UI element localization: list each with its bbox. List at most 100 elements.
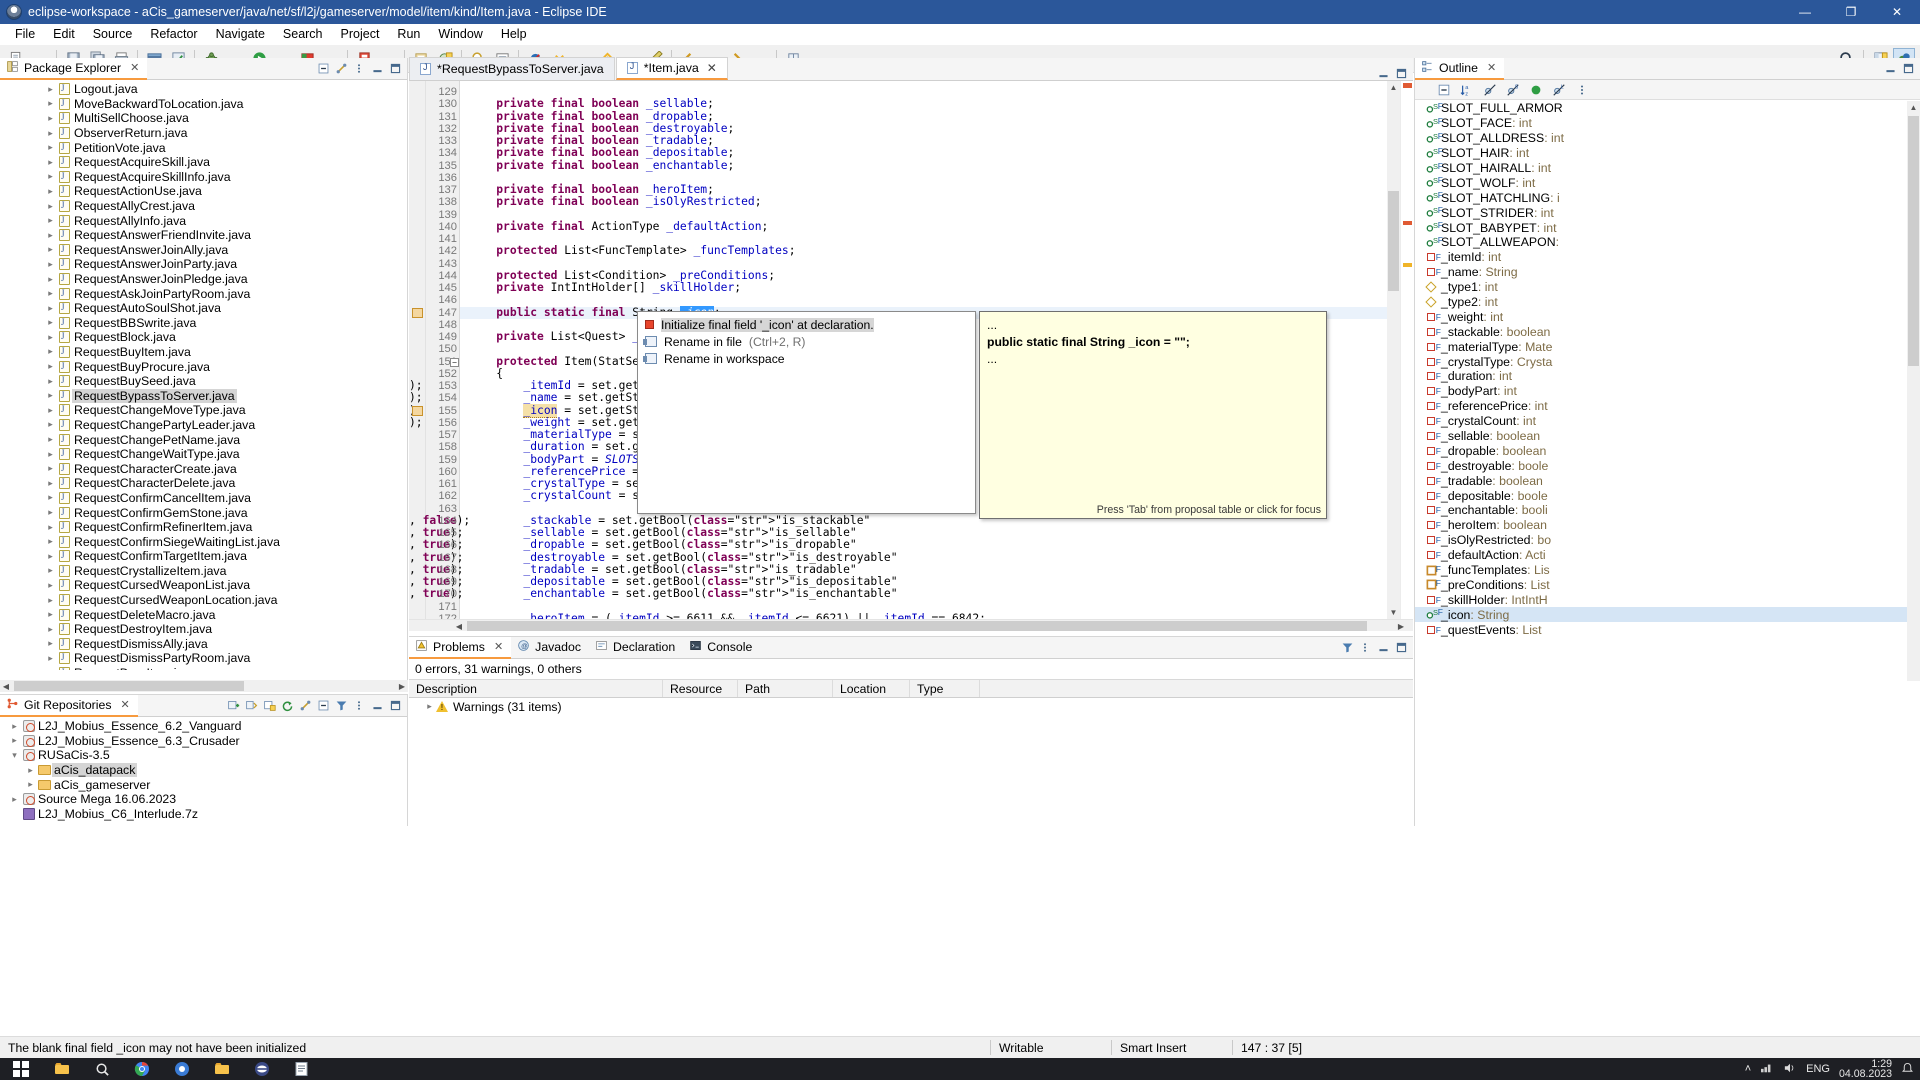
chevron-right-icon[interactable]: ▸: [44, 638, 57, 649]
fold-collapse-icon[interactable]: −: [450, 357, 459, 367]
outline-item[interactable]: F _depositable : boole: [1415, 488, 1920, 503]
column-resource[interactable]: Resource: [663, 680, 738, 697]
close-icon[interactable]: ✕: [130, 61, 139, 74]
chevron-right-icon[interactable]: ▸: [44, 478, 57, 489]
outline-item[interactable]: S F SLOT_ALLWEAPON :: [1415, 235, 1920, 250]
close-icon[interactable]: ✕: [120, 698, 129, 711]
package-explorer-item[interactable]: ▸ RequestCharacterCreate.java: [0, 461, 407, 476]
javadoc-preview-popup[interactable]: ... public static final String _icon = "…: [979, 311, 1327, 519]
package-explorer-item[interactable]: ▸ RequestAnswerJoinParty.java: [0, 257, 407, 272]
problems-table-body[interactable]: ▸ Warnings (31 items): [409, 698, 1413, 715]
chevron-right-icon[interactable]: ▸: [44, 551, 57, 562]
chevron-right-icon[interactable]: ▸: [44, 565, 57, 576]
outline-item[interactable]: S F _icon : String: [1415, 607, 1920, 623]
menu-file[interactable]: File: [6, 25, 44, 43]
outline-tree[interactable]: S F SLOT_FULL_ARMOR S F SLOT_FACE : int S F SLOT…: [1415, 100, 1920, 824]
outline-item[interactable]: _type2 : int: [1415, 295, 1920, 310]
chevron-right-icon[interactable]: ▸: [44, 595, 57, 606]
git-repositories-tree[interactable]: ▸ L2J_Mobius_Essence_6.2_Vanguard ▸ L2J_Mob…: [0, 717, 407, 825]
editor-tab-requestbypasstoserver[interactable]: *RequestBypassToServer.java: [409, 57, 615, 80]
chevron-right-icon[interactable]: ▸: [44, 244, 57, 255]
chevron-right-icon[interactable]: ▸: [44, 419, 57, 430]
collapse-all-icon[interactable]: [1437, 83, 1451, 97]
package-explorer-item[interactable]: ▸ RequestDropItem.java: [0, 666, 407, 670]
notification-icon[interactable]: [1901, 1061, 1914, 1077]
code-line[interactable]: 145 private IntIntHolder[] _skillHolder;: [409, 281, 1413, 294]
package-explorer-item[interactable]: ▸ MultiSellChoose.java: [0, 111, 407, 126]
column-description[interactable]: Description: [409, 680, 663, 697]
package-explorer-item[interactable]: ▸ RequestDeleteMacro.java: [0, 607, 407, 622]
git-repository-item[interactable]: ▸ L2J_Mobius_Essence_6.3_Crusader: [0, 734, 407, 749]
git-repository-item[interactable]: ▸ aCis_gameserver: [0, 777, 407, 792]
tab-javadoc[interactable]: @ Javadoc: [511, 637, 589, 659]
minimize-icon[interactable]: [1883, 62, 1897, 76]
maximize-icon[interactable]: [388, 62, 402, 76]
network-icon[interactable]: [1760, 1062, 1774, 1077]
hide-nonpublic-icon[interactable]: [1529, 83, 1543, 97]
chevron-right-icon[interactable]: ▸: [44, 492, 57, 503]
chevron-right-icon[interactable]: ▸: [44, 361, 57, 372]
outline-item[interactable]: F _referencePrice : int: [1415, 399, 1920, 414]
chevron-right-icon[interactable]: ▸: [44, 186, 57, 197]
chevron-right-icon[interactable]: ▸: [44, 536, 57, 547]
package-explorer-item[interactable]: ▸ RequestBuySeed.java: [0, 374, 407, 389]
menu-window[interactable]: Window: [429, 25, 491, 43]
editor-vscrollbar[interactable]: ▲ ▼: [1387, 81, 1400, 619]
chevron-right-icon[interactable]: ▸: [44, 653, 57, 664]
editor-hscrollbar[interactable]: ◀ ▶: [409, 619, 1413, 631]
tab-declaration[interactable]: Declaration: [589, 637, 683, 659]
collapse-all-icon[interactable]: [316, 62, 330, 76]
hide-local-icon[interactable]: L: [1552, 83, 1566, 97]
menu-run[interactable]: Run: [388, 25, 429, 43]
tab-package-explorer[interactable]: Package Explorer ✕: [0, 57, 148, 80]
quickfix-proposal-item[interactable]: Rename in file (Ctrl+2, R): [638, 333, 975, 350]
outline-item[interactable]: F _materialType : Mate: [1415, 339, 1920, 354]
chevron-right-icon[interactable]: ▸: [44, 128, 57, 139]
hscroll-thumb[interactable]: [14, 681, 244, 691]
create-repo-icon[interactable]: [262, 699, 276, 713]
outline-item[interactable]: F _tradable : boolean: [1415, 473, 1920, 488]
tab-console[interactable]: Console: [683, 637, 760, 659]
vscroll-thumb[interactable]: [1908, 116, 1919, 366]
tab-git-repositories[interactable]: Git Repositories ✕: [0, 694, 138, 717]
taskbar-folder-icon[interactable]: [202, 1058, 242, 1080]
chevron-right-icon[interactable]: ▸: [44, 449, 57, 460]
package-explorer-item[interactable]: ▸ RequestActionUse.java: [0, 184, 407, 199]
git-repository-item[interactable]: ▾ RUSaCis-3.5: [0, 748, 407, 763]
package-explorer-item[interactable]: ▸ RequestBBSwrite.java: [0, 316, 407, 331]
quickfix-proposal-item[interactable]: Initialize final field '_icon' at declar…: [638, 316, 975, 333]
outline-item[interactable]: F _itemId : int: [1415, 250, 1920, 265]
chevron-right-icon[interactable]: ▸: [44, 376, 57, 387]
code-line[interactable]: 140 private final ActionType _defaultAct…: [409, 220, 1413, 233]
package-explorer-item[interactable]: ▸ RequestChangePartyLeader.java: [0, 418, 407, 433]
package-explorer-item[interactable]: ▸ RequestDismissPartyRoom.java: [0, 651, 407, 666]
outline-item[interactable]: S F SLOT_HATCHLING : i: [1415, 190, 1920, 205]
minimize-button[interactable]: —: [1782, 0, 1828, 24]
chevron-right-icon[interactable]: ▸: [44, 390, 57, 401]
outline-item[interactable]: F _stackable : boolean: [1415, 324, 1920, 339]
package-explorer-tree[interactable]: ▸ Logout.java ▸ MoveBackwardToLocation.java…: [0, 80, 407, 670]
package-explorer-item[interactable]: ▸ RequestBuyProcure.java: [0, 359, 407, 374]
outline-item[interactable]: S F SLOT_STRIDER : int: [1415, 205, 1920, 220]
maximize-icon[interactable]: [388, 699, 402, 713]
refresh-icon[interactable]: [280, 699, 294, 713]
chevron-right-icon[interactable]: ▸: [8, 735, 21, 746]
package-explorer-item[interactable]: ▸ MoveBackwardToLocation.java: [0, 97, 407, 112]
code-line[interactable]: 135 private final boolean _enchantable;: [409, 159, 1413, 172]
git-repository-item[interactable]: ▸ aCis_datapack: [0, 763, 407, 778]
menu-source[interactable]: Source: [84, 25, 142, 43]
column-path[interactable]: Path: [738, 680, 833, 697]
package-explorer-item[interactable]: ▸ RequestAnswerJoinPledge.java: [0, 272, 407, 287]
package-explorer-item[interactable]: ▸ RequestConfirmTargetItem.java: [0, 549, 407, 564]
package-explorer-item[interactable]: ▸ RequestConfirmCancelItem.java: [0, 491, 407, 506]
outline-item[interactable]: S F SLOT_ALLDRESS : int: [1415, 131, 1920, 146]
package-explorer-item[interactable]: ▸ RequestChangeWaitType.java: [0, 447, 407, 462]
vscroll-thumb[interactable]: [1388, 191, 1399, 291]
link-icon[interactable]: [298, 699, 312, 713]
chevron-right-icon[interactable]: ▸: [24, 779, 37, 790]
collapse-all-icon[interactable]: [316, 699, 330, 713]
chevron-right-icon[interactable]: ▸: [44, 171, 57, 182]
taskbar-eclipse-icon[interactable]: [242, 1058, 282, 1080]
tab-problems[interactable]: Problems ✕: [409, 636, 512, 659]
chevron-right-icon[interactable]: ▸: [44, 259, 57, 270]
